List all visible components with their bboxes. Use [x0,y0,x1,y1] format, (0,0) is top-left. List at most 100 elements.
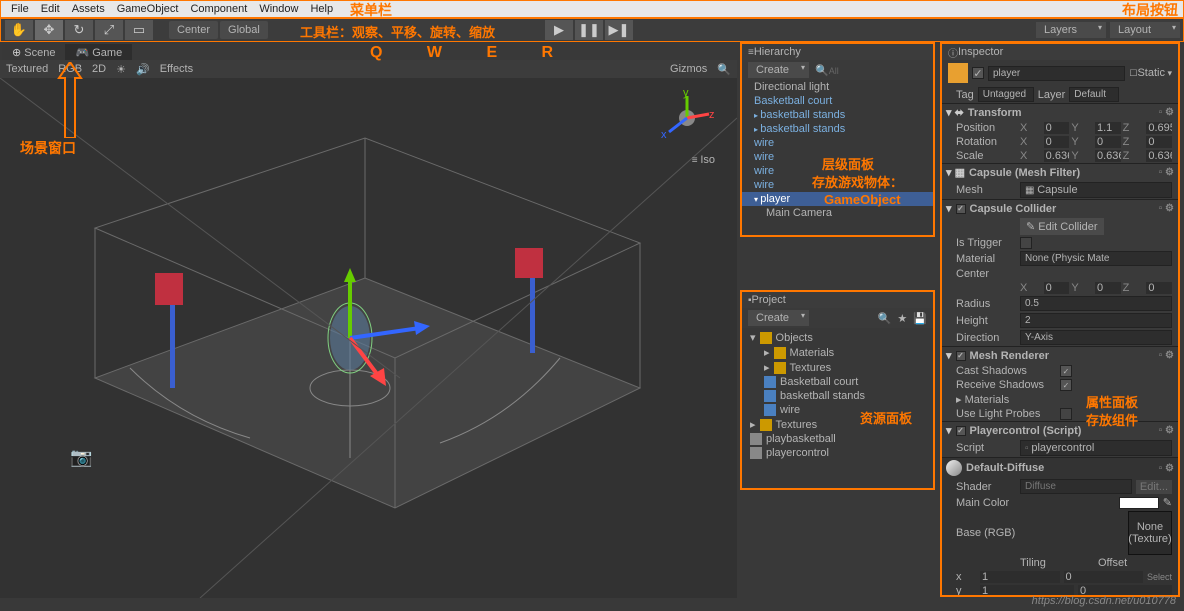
transform-header[interactable]: ▾ ⬌ Transform▫ ⚙ [942,104,1178,121]
gear-icon[interactable]: ▫ ⚙ [1159,203,1174,214]
project-folder[interactable]: ▾Objects [746,330,929,345]
menu-help[interactable]: Help [304,3,339,15]
scale-y[interactable]: 0.6361 [1095,150,1121,162]
pivot-mode[interactable]: Center [169,21,218,39]
project-save-icon[interactable]: 💾 [913,312,927,325]
edit-button[interactable]: Edit... [1136,480,1172,494]
physmat-field[interactable]: None (Physic Mate [1020,251,1172,266]
project-folder[interactable]: ▸Materials [746,345,929,360]
scale-tool[interactable]: ⤢ [95,20,123,40]
radius-field[interactable]: 0.5 [1020,296,1172,311]
rotate-tool[interactable]: ↻ [65,20,93,40]
scale-x[interactable]: 0.6361 [1044,150,1070,162]
gizmos-dropdown[interactable]: Gizmos [670,63,707,75]
pos-x[interactable]: 0 [1044,122,1070,134]
select-button[interactable]: Select [1147,572,1172,582]
shading-mode[interactable]: Textured [6,63,48,75]
layer-dropdown[interactable]: Default [1069,87,1119,102]
tag-dropdown[interactable]: Untagged [978,87,1034,102]
collider-header[interactable]: ▾ ✓ Capsule Collider▫ ⚙ [942,200,1178,217]
audio-icon[interactable]: 🔊 [136,63,150,76]
game-tab[interactable]: 🎮 Game [65,44,132,60]
iso-label: ≡ Iso [692,154,715,166]
gear-icon[interactable]: ▫ ⚙ [1159,107,1174,118]
project-prefab[interactable]: wire [746,403,929,417]
castshadow-checkbox[interactable]: ✓ [1060,365,1072,377]
trigger-checkbox[interactable] [1020,237,1032,249]
script-field[interactable]: ▫ playercontrol [1020,440,1172,456]
gear-icon[interactable]: ▫ ⚙ [1159,167,1174,178]
hierarchy-item[interactable]: wire [742,150,933,164]
hierarchy-create[interactable]: Create [748,62,809,78]
edit-collider-button[interactable]: ✎ Edit Collider [1020,218,1104,235]
space-mode[interactable]: Global [220,21,268,39]
lightprobes-checkbox[interactable] [1060,408,1072,420]
hierarchy-item[interactable]: wire [742,164,933,178]
hierarchy-item[interactable]: wire [742,136,933,150]
mode-2d[interactable]: 2D [92,63,106,75]
height-field[interactable]: 2 [1020,313,1172,328]
move-tool[interactable]: ✥ [35,20,63,40]
rect-tool[interactable]: ▭ [125,20,153,40]
rot-y[interactable]: 0 [1095,136,1121,148]
project-search[interactable]: 🔍 [878,312,892,325]
project-script[interactable]: playercontrol [746,446,929,460]
menu-gameobject[interactable]: GameObject [111,3,185,15]
project-prefab[interactable]: basketball stands [746,389,929,403]
meshfilter-header[interactable]: ▾ ▦ Capsule (Mesh Filter)▫ ⚙ [942,164,1178,181]
gear-icon[interactable]: ▫ ⚙ [1159,350,1174,361]
project-filter-icon[interactable]: ★ [897,312,907,325]
layers-dropdown[interactable]: Layers [1036,22,1106,38]
recvshadow-checkbox[interactable]: ✓ [1060,379,1072,391]
material-header[interactable]: Default-Diffuse▫ ⚙ [942,458,1178,478]
gear-icon[interactable]: ▫ ⚙ [1159,425,1174,436]
eyedropper-icon[interactable]: ✎ [1163,496,1172,509]
rot-z[interactable]: 0 [1146,136,1172,148]
menu-assets[interactable]: Assets [66,3,111,15]
gear-icon[interactable]: ▫ ⚙ [1159,463,1174,474]
hierarchy-item[interactable]: basketball stands [742,108,933,122]
hierarchy-search[interactable]: 🔍All [815,64,839,77]
project-folder[interactable]: ▸Textures [746,417,929,432]
menu-file[interactable]: File [5,3,35,15]
mesh-field[interactable]: ▦ Capsule [1020,182,1172,198]
static-checkbox[interactable]: ☐Static ▾ [1129,67,1172,79]
project-prefab[interactable]: Basketball court [746,375,929,389]
menu-bar: File Edit Assets GameObject Component Wi… [0,0,1184,18]
pos-y[interactable]: 1.1 [1095,122,1121,134]
scene-view[interactable]: y z x ≡ Iso 📷 [0,78,737,598]
menu-component[interactable]: Component [184,3,253,15]
lighting-icon[interactable]: ☀ [116,63,126,76]
project-create[interactable]: Create [748,310,809,326]
hierarchy-item[interactable]: Directional light [742,80,933,94]
play-button[interactable]: ▶ [545,20,573,40]
project-asset[interactable]: playbasketball [746,432,929,446]
menu-edit[interactable]: Edit [35,3,66,15]
material-preview-icon [946,460,962,476]
meshrenderer-header[interactable]: ▾ ✓ Mesh Renderer▫ ⚙ [942,347,1178,364]
scene-tab[interactable]: ⊕ Scene [2,44,65,60]
texture-slot[interactable]: None(Texture) [1128,511,1172,555]
pause-button[interactable]: ❚❚ [575,20,603,40]
color-swatch[interactable] [1119,497,1159,509]
step-button[interactable]: ▶❚ [605,20,633,40]
hierarchy-item[interactable]: basketball stands [742,122,933,136]
effects-dropdown[interactable]: Effects [160,63,193,75]
project-folder[interactable]: ▸Textures [746,360,929,375]
pos-z[interactable]: 0.695 [1146,122,1172,134]
scale-z[interactable]: 0.6361 [1146,150,1172,162]
hierarchy-item-selected[interactable]: player [742,192,933,206]
menu-window[interactable]: Window [253,3,304,15]
rot-x[interactable]: 0 [1044,136,1070,148]
active-checkbox[interactable]: ✓ [972,67,984,79]
direction-dropdown[interactable]: Y-Axis [1020,330,1172,345]
layout-dropdown[interactable]: Layout [1110,22,1180,38]
hierarchy-item[interactable]: Main Camera [742,206,933,220]
shader-dropdown[interactable]: Diffuse [1020,479,1132,494]
scene-search[interactable]: 🔍 [717,63,731,76]
hand-tool[interactable]: ✋ [5,20,33,40]
name-field[interactable]: player [988,66,1125,81]
script-header[interactable]: ▾ ✓ Playercontrol (Script)▫ ⚙ [942,422,1178,439]
hierarchy-item[interactable]: wire [742,178,933,192]
hierarchy-item[interactable]: Basketball court [742,94,933,108]
